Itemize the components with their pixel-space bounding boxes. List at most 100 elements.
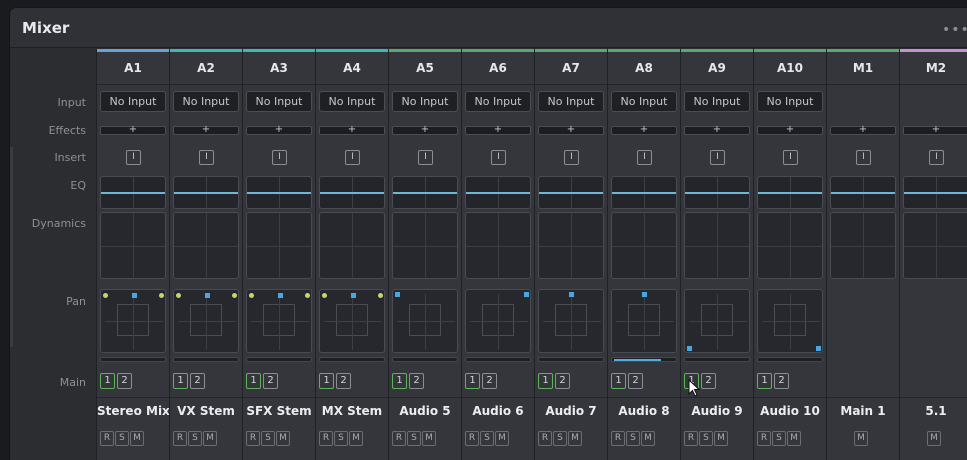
dynamics-graph[interactable]	[100, 212, 166, 279]
insert-button[interactable]: I	[345, 150, 360, 165]
main-bus-2-button[interactable]: 2	[409, 373, 424, 389]
pan-level-bar[interactable]	[757, 357, 823, 362]
pan-graph[interactable]	[684, 289, 750, 353]
eq-graph[interactable]	[465, 176, 531, 209]
pan-graph[interactable]	[465, 289, 531, 353]
effects-add-button[interactable]: +	[392, 125, 458, 135]
effects-add-button[interactable]: +	[903, 125, 967, 135]
pan-position-dot[interactable]	[524, 292, 529, 297]
track-name[interactable]: 5.1	[900, 397, 967, 423]
insert-button[interactable]: I	[272, 150, 287, 165]
track-name[interactable]: Audio 10	[754, 397, 826, 423]
input-button[interactable]: No Input	[538, 91, 604, 112]
input-button[interactable]: No Input	[611, 91, 677, 112]
main-bus-1-button[interactable]: 1	[319, 373, 334, 389]
main-bus-2-button[interactable]: 2	[263, 373, 278, 389]
insert-button[interactable]: I	[783, 150, 798, 165]
main-bus-2-button[interactable]: 2	[336, 373, 351, 389]
track-name[interactable]: Audio 8	[608, 397, 680, 423]
dynamics-graph[interactable]	[830, 212, 896, 279]
insert-button[interactable]: I	[126, 150, 141, 165]
dynamics-graph[interactable]	[173, 212, 239, 279]
pan-level-bar[interactable]	[684, 357, 750, 362]
mute-button[interactable]: M	[568, 431, 582, 446]
insert-button[interactable]: I	[418, 150, 433, 165]
effects-add-button[interactable]: +	[684, 125, 750, 135]
track-name[interactable]: Audio 6	[462, 397, 534, 423]
dynamics-graph[interactable]	[538, 212, 604, 279]
track-name[interactable]: SFX Stem	[243, 397, 315, 423]
dynamics-graph[interactable]	[246, 212, 312, 279]
eq-graph[interactable]	[392, 176, 458, 209]
record-button[interactable]: R	[319, 431, 333, 446]
track-name[interactable]: MX Stem	[316, 397, 388, 423]
effects-add-button[interactable]: +	[538, 125, 604, 135]
solo-button[interactable]: S	[407, 431, 421, 446]
pan-position-dot[interactable]	[569, 292, 574, 297]
track-name[interactable]: Audio 7	[535, 397, 607, 423]
pan-level-bar[interactable]	[465, 357, 531, 362]
pan-right-dot[interactable]	[305, 293, 310, 298]
effects-add-button[interactable]: +	[757, 125, 823, 135]
mute-button[interactable]: M	[854, 431, 868, 446]
pan-graph[interactable]	[392, 289, 458, 353]
main-bus-1-button[interactable]: 1	[757, 373, 772, 389]
main-bus-2-button[interactable]: 2	[117, 373, 132, 389]
input-button[interactable]: No Input	[757, 91, 823, 112]
effects-add-button[interactable]: +	[830, 125, 896, 135]
main-bus-1-button[interactable]: 1	[173, 373, 188, 389]
main-bus-1-button[interactable]: 1	[538, 373, 553, 389]
effects-add-button[interactable]: +	[319, 125, 385, 135]
solo-button[interactable]: S	[188, 431, 202, 446]
pan-level-bar[interactable]	[392, 357, 458, 362]
pan-level-bar[interactable]	[538, 357, 604, 362]
record-button[interactable]: R	[465, 431, 479, 446]
pan-right-dot[interactable]	[378, 293, 383, 298]
insert-button[interactable]: I	[491, 150, 506, 165]
pan-position-dot[interactable]	[642, 292, 647, 297]
dynamics-graph[interactable]	[903, 212, 967, 279]
eq-graph[interactable]	[757, 176, 823, 209]
effects-add-button[interactable]: +	[100, 125, 166, 135]
mute-button[interactable]: M	[495, 431, 509, 446]
mute-button[interactable]: M	[349, 431, 363, 446]
track-name[interactable]: Audio 5	[389, 397, 461, 423]
pan-right-dot[interactable]	[232, 293, 237, 298]
main-bus-1-button[interactable]: 1	[611, 373, 626, 389]
dynamics-graph[interactable]	[684, 212, 750, 279]
insert-button[interactable]: I	[929, 150, 944, 165]
pan-right-dot[interactable]	[159, 293, 164, 298]
record-button[interactable]: R	[684, 431, 698, 446]
pan-left-dot[interactable]	[103, 293, 108, 298]
eq-graph[interactable]	[100, 176, 166, 209]
insert-button[interactable]: I	[637, 150, 652, 165]
main-bus-2-button[interactable]: 2	[482, 373, 497, 389]
eq-graph[interactable]	[903, 176, 967, 209]
mute-button[interactable]: M	[130, 431, 144, 446]
solo-button[interactable]: S	[772, 431, 786, 446]
record-button[interactable]: R	[538, 431, 552, 446]
mute-button[interactable]: M	[422, 431, 436, 446]
insert-button[interactable]: I	[564, 150, 579, 165]
more-options-icon[interactable]: •••	[942, 22, 967, 38]
record-button[interactable]: R	[100, 431, 114, 446]
dynamics-graph[interactable]	[465, 212, 531, 279]
input-button[interactable]: No Input	[246, 91, 312, 112]
main-bus-2-button[interactable]: 2	[555, 373, 570, 389]
solo-button[interactable]: S	[115, 431, 129, 446]
pan-position-dot[interactable]	[395, 292, 400, 297]
solo-button[interactable]: S	[261, 431, 275, 446]
insert-button[interactable]: I	[710, 150, 725, 165]
pan-position-dot[interactable]	[687, 346, 692, 351]
solo-button[interactable]: S	[626, 431, 640, 446]
solo-button[interactable]: S	[699, 431, 713, 446]
main-bus-1-button[interactable]: 1	[392, 373, 407, 389]
solo-button[interactable]: S	[553, 431, 567, 446]
pan-graph[interactable]	[100, 289, 166, 353]
track-name[interactable]: Audio 9	[681, 397, 753, 423]
eq-graph[interactable]	[246, 176, 312, 209]
pan-center-dot[interactable]	[132, 293, 137, 298]
input-button[interactable]: No Input	[173, 91, 239, 112]
input-button[interactable]: No Input	[392, 91, 458, 112]
pan-level-bar[interactable]	[611, 357, 677, 362]
